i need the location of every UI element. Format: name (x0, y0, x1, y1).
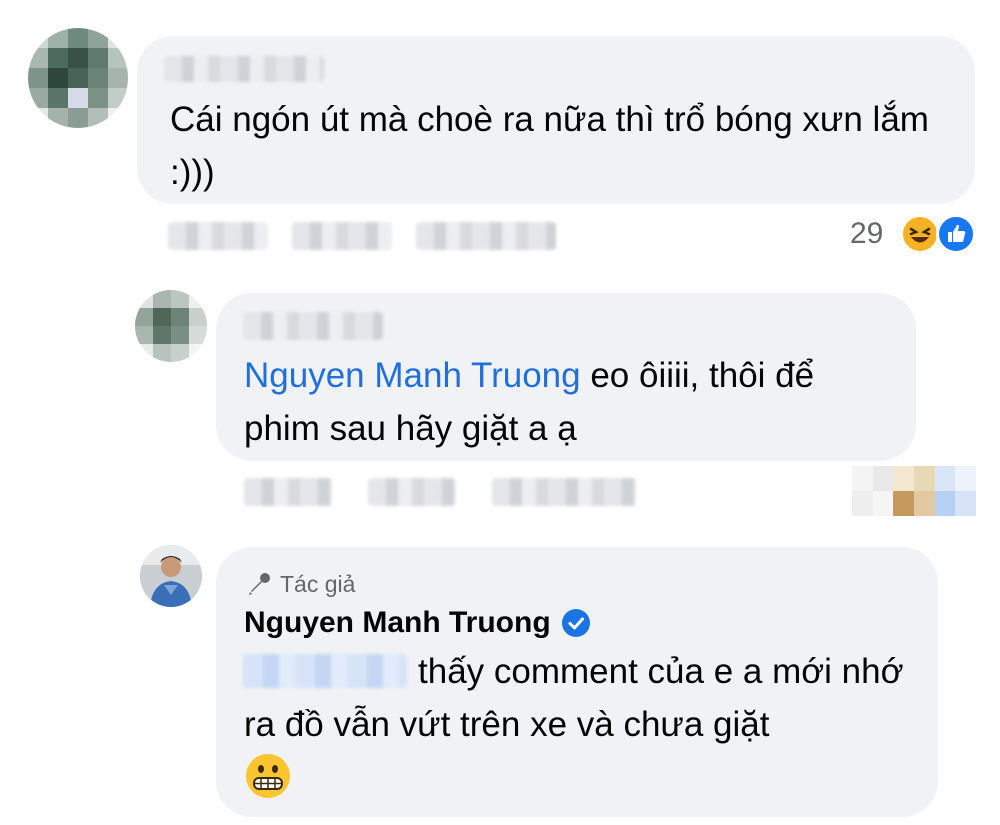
timestamp-redacted[interactable] (416, 222, 556, 250)
reply-action-redacted[interactable] (292, 222, 392, 250)
reply-reply-action-redacted[interactable] (368, 478, 456, 506)
author-badge: Tác giả (246, 570, 355, 598)
like-action-redacted[interactable] (168, 222, 268, 250)
author-reply-text: thấy comment của e a mới nhớ ra đồ vẫn v… (244, 652, 904, 744)
commenter-avatar[interactable] (28, 28, 128, 128)
author-avatar[interactable] (140, 545, 202, 607)
reply-timestamp-redacted[interactable] (492, 478, 636, 506)
verified-badge-icon (561, 608, 591, 638)
comment-text: Cái ngón út mà choè ra nữa thì trổ bóng … (170, 100, 929, 192)
author-badge-label: Tác giả (280, 570, 356, 597)
commenter-name-redacted[interactable] (164, 56, 324, 82)
reply-author-redacted[interactable] (243, 312, 383, 340)
like-icon[interactable] (936, 214, 976, 254)
reply-like-action-redacted[interactable] (244, 478, 332, 506)
grimacing-emoji (244, 752, 292, 800)
author-name-row[interactable]: Nguyen Manh Truong (244, 605, 591, 641)
haha-icon[interactable] (900, 214, 940, 254)
microphone-icon (246, 571, 272, 597)
reaction-count[interactable]: 29 (850, 217, 883, 251)
reply-avatar[interactable] (135, 290, 207, 362)
author-name[interactable]: Nguyen Manh Truong (244, 606, 551, 640)
mention-link[interactable]: Nguyen Manh Truong (244, 356, 581, 395)
reply-text: Nguyen Manh Truong eo ôiiii, thôi để phi… (244, 356, 815, 448)
reply-reactions-redacted[interactable] (852, 466, 976, 516)
